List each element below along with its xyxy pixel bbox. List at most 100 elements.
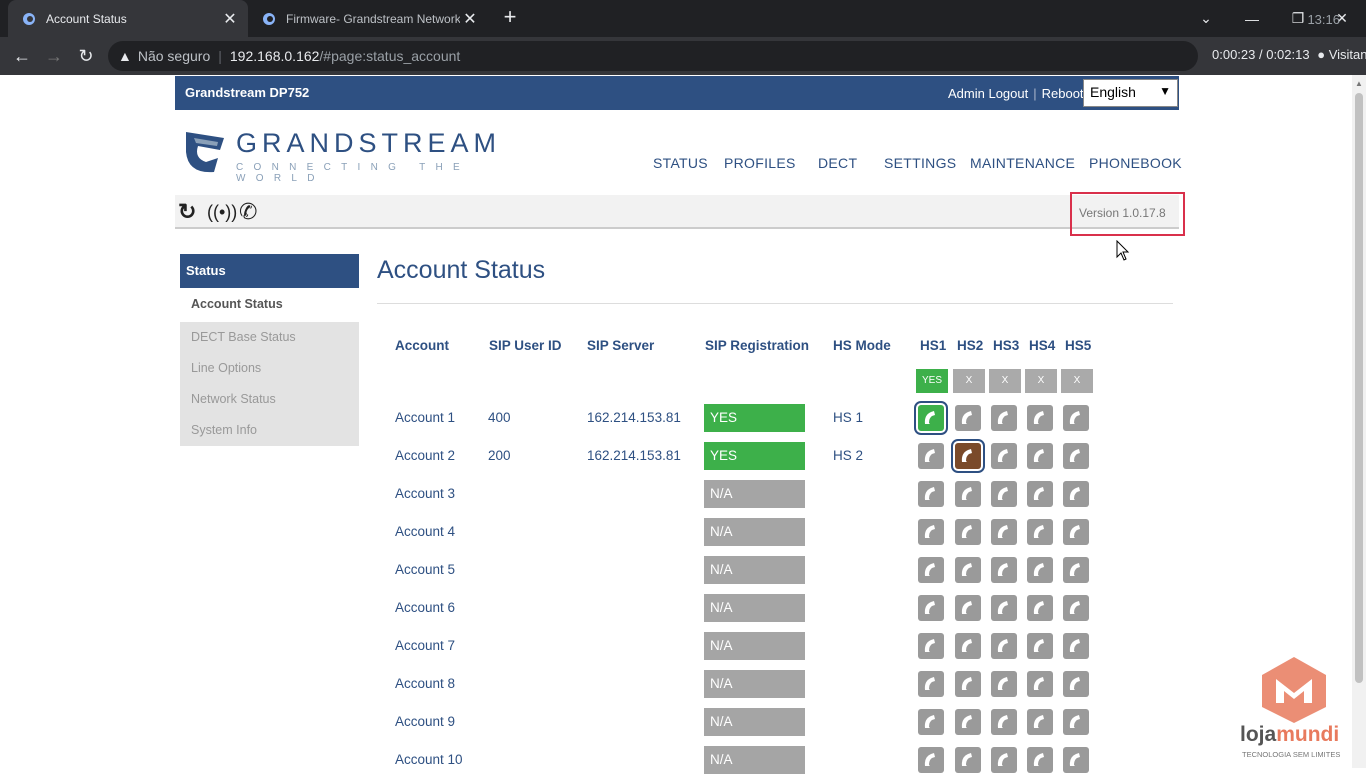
warning-icon[interactable]: ▲ [118,48,132,64]
address-bar[interactable]: ▲ Não seguro | 192.168.0.162 /#page:stat… [108,41,1198,71]
sip-user-id-cell: 200 [488,448,511,463]
handset-1-phone-icon[interactable] [918,633,944,659]
tab-account-status[interactable]: Account Status ✕ [8,0,248,37]
watermark-name: lojamundi [1240,723,1339,747]
minimize-button[interactable]: — [1232,0,1272,37]
account-cell: Account 10 [395,752,463,767]
handset-1-phone-icon[interactable] [918,671,944,697]
device-model: Grandstream DP752 [185,85,310,100]
scroll-up-icon[interactable]: ▲ [1355,79,1363,88]
handset-5-phone-icon[interactable] [1063,747,1089,773]
handset-3-phone-icon[interactable] [991,633,1017,659]
handset-4-phone-icon[interactable] [1027,747,1053,773]
back-arrow-icon[interactable]: ← [10,44,34,68]
grandstream-emblem-icon [186,132,224,173]
divider [377,303,1173,304]
handset-5-phone-icon[interactable] [1063,633,1089,659]
handset-4-phone-icon[interactable] [1027,519,1053,545]
hs4-status-badge: X [1025,369,1057,393]
tab-firmware[interactable]: Firmware- Grandstream Network ✕ [248,0,488,37]
handset-5-phone-icon[interactable] [1063,671,1089,697]
handset-3-phone-icon[interactable] [991,519,1017,545]
page-title: Account Status [377,256,546,284]
handset-1-phone-icon[interactable] [918,443,944,469]
account-cell: Account 2 [395,448,456,463]
handset-5-phone-icon[interactable] [1063,595,1089,621]
table-row: Account 5 N/A [0,556,1366,594]
url-host: 192.168.0.162 [229,48,320,64]
nav-settings[interactable]: SETTINGS [884,155,956,171]
handset-4-phone-icon[interactable] [1027,557,1053,583]
handset-5-phone-icon[interactable] [1063,519,1089,545]
handset-4-phone-icon[interactable] [1027,443,1053,469]
handset-3-phone-icon[interactable] [991,595,1017,621]
sidebar-item-account-status[interactable]: Account Status [180,288,359,322]
forward-arrow-icon[interactable]: → [42,44,66,68]
handset-2-phone-icon[interactable] [955,519,981,545]
account-cell: Account 1 [395,410,456,425]
handset-5-phone-icon[interactable] [1063,405,1089,431]
handset-5-phone-icon[interactable] [1063,481,1089,507]
handset-2-phone-icon[interactable] [955,709,981,735]
refresh-icon[interactable]: ↻ [178,199,196,225]
admin-logout-link[interactable]: Admin Logout [948,86,1028,101]
nav-phonebook[interactable]: PHONEBOOK [1089,155,1182,171]
handset-3-phone-icon[interactable] [991,747,1017,773]
handset-3-phone-icon[interactable] [991,405,1017,431]
handset-5-phone-icon[interactable] [1063,709,1089,735]
sidebar-item-line-options[interactable]: Line Options [180,353,359,384]
handset-2-phone-icon[interactable] [955,595,981,621]
hs2-status-badge: X [953,369,985,393]
nav-status[interactable]: STATUS [653,155,708,171]
handset-2-phone-icon[interactable] [951,439,985,473]
profile-name[interactable]: Visitante [1329,47,1366,62]
handset-2-phone-icon[interactable] [955,481,981,507]
handset-2-phone-icon[interactable] [955,405,981,431]
nav-profiles[interactable]: PROFILES [724,155,796,171]
nav-dect[interactable]: DECT [818,155,857,171]
profile-icon[interactable]: ● [1317,47,1325,62]
handset-4-phone-icon[interactable] [1027,481,1053,507]
handset-1-phone-icon[interactable] [918,709,944,735]
handset-3-phone-icon[interactable] [991,481,1017,507]
handset-2-phone-icon[interactable] [955,747,981,773]
recording-time: 0:00:23 / 0:02:13 [1212,47,1310,62]
handset-1-phone-icon[interactable] [918,557,944,583]
handset-2-phone-icon[interactable] [955,671,981,697]
handset-4-phone-icon[interactable] [1027,671,1053,697]
handset-1-phone-icon[interactable] [918,595,944,621]
handset-3-phone-icon[interactable] [991,443,1017,469]
antenna-icon[interactable]: ((•)) [207,202,237,223]
new-tab-button[interactable]: + [498,6,522,30]
handset-1-phone-icon[interactable] [914,401,948,435]
handset-1-phone-icon[interactable] [918,481,944,507]
handset-3-phone-icon[interactable] [991,557,1017,583]
handset-3-phone-icon[interactable] [991,709,1017,735]
handset-2-phone-icon[interactable] [955,633,981,659]
handset-4-phone-icon[interactable] [1027,405,1053,431]
handset-3-phone-icon[interactable] [991,671,1017,697]
handset-5-phone-icon[interactable] [1063,557,1089,583]
reload-icon[interactable]: ↻ [74,44,98,68]
nav-maintenance[interactable]: MAINTENANCE [970,155,1075,171]
handset-2-phone-icon[interactable] [955,557,981,583]
reboot-link[interactable]: Reboot [1042,86,1084,101]
language-select[interactable]: English ▼ [1083,79,1178,107]
close-tab-icon[interactable]: ✕ [220,9,240,29]
phone-call-icon[interactable]: ✆ [239,199,257,225]
handset-1-phone-icon[interactable] [918,519,944,545]
sip-registration-badge: N/A [704,480,805,508]
handset-4-phone-icon[interactable] [1027,709,1053,735]
handset-4-phone-icon[interactable] [1027,595,1053,621]
handset-5-phone-icon[interactable] [1063,443,1089,469]
close-tab-icon[interactable]: ✕ [460,9,480,29]
handset-4-phone-icon[interactable] [1027,633,1053,659]
browser-toolbar: ← → ↻ ▲ Não seguro | 192.168.0.162 /#pag… [0,37,1366,75]
sidebar-item-dect-base-status[interactable]: DECT Base Status [180,322,359,353]
handset-1-phone-icon[interactable] [918,747,944,773]
status-icon-bar: ↻ ((•)) ✆ [175,195,1179,229]
tab-search-icon[interactable]: ⌄ [1186,0,1226,37]
column-header-hs-mode: HS Mode [833,338,891,353]
sidebar-heading[interactable]: Status [180,254,359,288]
column-header-hs5: HS5 [1065,338,1092,353]
